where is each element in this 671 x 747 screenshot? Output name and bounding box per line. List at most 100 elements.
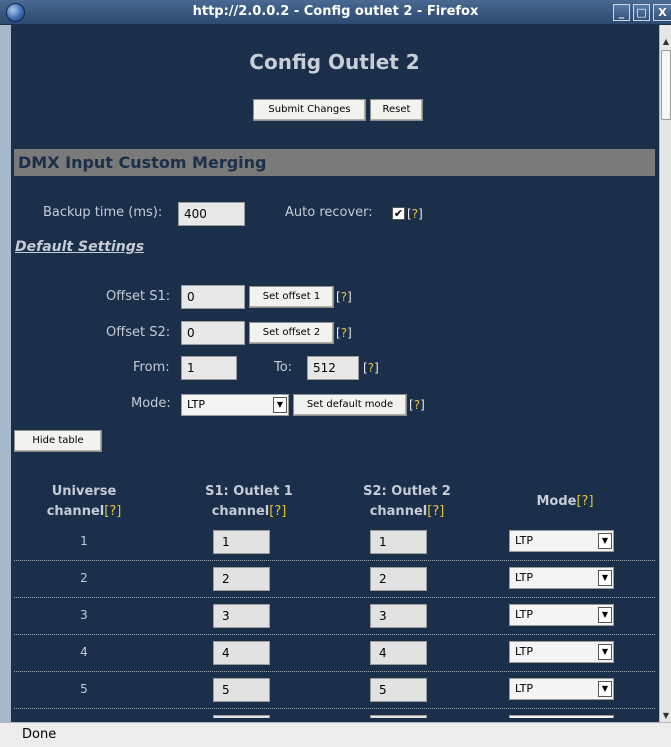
- offset-s1-help-link[interactable]: [?]: [336, 290, 352, 304]
- auto-recover-checkbox[interactable]: ✔: [392, 207, 405, 220]
- scroll-thumb[interactable]: [661, 50, 671, 120]
- row-mode-value: LTP: [515, 645, 533, 658]
- universe-channel: 4: [80, 645, 88, 659]
- scroll-down-icon[interactable]: ▼: [660, 710, 671, 722]
- window-frame-left: [0, 25, 11, 722]
- s1-help-link[interactable]: [?]: [269, 504, 286, 519]
- s2-channel-input[interactable]: 2: [370, 567, 427, 591]
- chevron-down-icon[interactable]: ▼: [598, 533, 612, 549]
- row-mode-value: LTP: [515, 608, 533, 621]
- col-s1-line2: channel[?]: [179, 502, 319, 522]
- row-mode-value: LTP: [515, 571, 533, 584]
- offset-s1-label: Offset S1:: [106, 289, 171, 304]
- chevron-down-icon[interactable]: ▼: [273, 397, 287, 413]
- offset-s2-input[interactable]: 0: [181, 321, 245, 345]
- bracket-close: ]: [420, 398, 425, 412]
- s2-channel-input[interactable]: 1: [370, 530, 427, 554]
- chevron-down-icon[interactable]: ▼: [598, 570, 612, 586]
- s2-channel-input[interactable]: 5: [370, 678, 427, 702]
- auto-recover-label: Auto recover:: [285, 205, 373, 220]
- chevron-down-icon[interactable]: ▼: [598, 644, 612, 660]
- col-universe-text: channel: [46, 504, 105, 519]
- offset-s1-input[interactable]: 0: [181, 285, 245, 309]
- row-mode-select[interactable]: LTP ▼: [509, 678, 614, 700]
- s1-channel-input[interactable]: [213, 715, 270, 718]
- col-universe-line2: channel[?]: [14, 502, 154, 522]
- row-mode-select[interactable]: LTP ▼: [509, 530, 614, 552]
- s1-channel-input[interactable]: 3: [213, 604, 270, 628]
- bracket-close: ]: [588, 494, 594, 509]
- bracket-close: ]: [281, 504, 287, 519]
- s2-channel-input[interactable]: [370, 715, 427, 718]
- row-mode-select[interactable]: LTP ▼: [509, 641, 614, 663]
- row-mode-value: LTP: [515, 534, 533, 547]
- offset-s2-help-link[interactable]: [?]: [336, 326, 352, 340]
- set-offset-1-button[interactable]: Set offset 1: [249, 286, 334, 308]
- bracket-close: ]: [374, 361, 379, 375]
- col-s2-line2: channel[?]: [337, 502, 477, 522]
- s1-channel-input[interactable]: 4: [213, 641, 270, 665]
- vertical-scrollbar[interactable]: ▲ ▼: [659, 25, 671, 722]
- s1-channel-input[interactable]: 5: [213, 678, 270, 702]
- section-heading: DMX Input Custom Merging: [14, 149, 655, 176]
- hide-table-button[interactable]: Hide table: [14, 430, 102, 452]
- col-universe-line1: Universe: [51, 484, 117, 499]
- col-s1-header: S1: Outlet 1 channel[?]: [179, 482, 319, 522]
- table-row: 1 1 1 LTP ▼: [14, 524, 655, 561]
- set-default-mode-button[interactable]: Set default mode: [293, 394, 407, 416]
- s2-channel-input[interactable]: 3: [370, 604, 427, 628]
- default-settings-heading: Default Settings: [15, 239, 145, 255]
- s1-channel-input[interactable]: 2: [213, 567, 270, 591]
- page-title: Config Outlet 2: [249, 50, 420, 74]
- bracket-close: ]: [347, 290, 352, 304]
- s2-help-link[interactable]: [?]: [427, 504, 444, 519]
- s1-channel-input[interactable]: 1: [213, 530, 270, 554]
- col-s2-text: channel: [369, 504, 428, 519]
- bracket-close: ]: [347, 326, 352, 340]
- row-mode-select[interactable]: LTP ▼: [509, 604, 614, 626]
- maximize-button[interactable]: □: [633, 4, 650, 21]
- col-s1-line1: S1: Outlet 1: [205, 484, 293, 499]
- reset-button[interactable]: Reset: [370, 99, 423, 121]
- universe-channel: 3: [80, 608, 88, 622]
- universe-channel: 2: [80, 571, 88, 585]
- col-s1-text: channel: [211, 504, 270, 519]
- row-mode-select[interactable]: [509, 715, 614, 718]
- close-button[interactable]: X: [653, 4, 671, 21]
- chevron-down-icon[interactable]: ▼: [598, 607, 612, 623]
- from-label: From:: [133, 360, 170, 375]
- default-mode-select[interactable]: LTP ▼: [181, 394, 289, 416]
- scroll-up-icon[interactable]: ▲: [660, 37, 671, 47]
- minimize-button[interactable]: _: [613, 4, 630, 21]
- offset-s2-label: Offset S2:: [106, 325, 171, 340]
- page-content: Config Outlet 2 Submit Changes Reset DMX…: [11, 26, 658, 718]
- auto-recover-help-link[interactable]: [?]: [407, 207, 423, 221]
- universe-channel: 5: [80, 682, 88, 696]
- table-row: 5 5 5 LTP ▼: [14, 672, 655, 709]
- range-help-link[interactable]: [?]: [363, 361, 379, 375]
- col-s2-header: S2: Outlet 2 channel[?]: [337, 482, 477, 522]
- from-input[interactable]: 1: [181, 356, 237, 380]
- row-mode-value: LTP: [515, 682, 533, 695]
- col-s2-line1: S2: Outlet 2: [363, 484, 451, 499]
- universe-channel: 1: [80, 534, 88, 548]
- bracket-close: ]: [116, 504, 122, 519]
- table-row: 4 4 4 LTP ▼: [14, 635, 655, 672]
- table-row: 2 2 2 LTP ▼: [14, 561, 655, 598]
- s2-channel-input[interactable]: 4: [370, 641, 427, 665]
- universe-help-link[interactable]: [?]: [104, 504, 121, 519]
- to-label: To:: [274, 360, 293, 375]
- mode-help-link[interactable]: [?]: [409, 398, 425, 412]
- to-input[interactable]: 512: [307, 356, 359, 380]
- table-row: 3 3 3 LTP ▼: [14, 598, 655, 635]
- mode-col-help-link[interactable]: [?]: [576, 494, 593, 509]
- window-titlebar[interactable]: http://2.0.0.2 - Config outlet 2 - Firef…: [0, 0, 671, 25]
- col-mode-header: Mode[?]: [495, 492, 635, 512]
- row-mode-select[interactable]: LTP ▼: [509, 567, 614, 589]
- set-offset-2-button[interactable]: Set offset 2: [249, 322, 334, 344]
- submit-changes-button[interactable]: Submit Changes: [253, 99, 366, 121]
- backup-time-input[interactable]: 400: [178, 202, 245, 226]
- default-mode-value: LTP: [187, 398, 205, 411]
- col-universe-header: Universe channel[?]: [14, 482, 154, 522]
- chevron-down-icon[interactable]: ▼: [598, 681, 612, 697]
